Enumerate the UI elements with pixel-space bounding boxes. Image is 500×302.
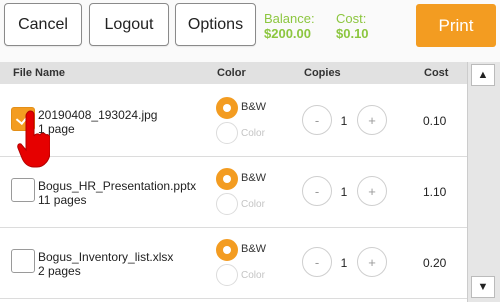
file-name: 20190408_193024.jpg xyxy=(38,108,158,122)
color-label: Color xyxy=(241,199,265,210)
color-label: Color xyxy=(241,128,265,139)
plus-icon: + xyxy=(368,183,376,199)
file-pages: 11 pages xyxy=(38,193,87,207)
file-checkbox[interactable] xyxy=(11,178,35,202)
hand-pointer-icon xyxy=(17,110,50,168)
copies-value: 1 xyxy=(340,114,348,128)
increase-copies-button[interactable]: + xyxy=(357,105,387,135)
table-row: 20190408_193024.jpg 1 page B&W Color - 1… xyxy=(0,86,467,157)
color-radio[interactable] xyxy=(216,264,238,286)
row-cost: 1.10 xyxy=(423,185,447,199)
file-name: Bogus_Inventory_list.xlsx xyxy=(38,250,174,264)
row-cost: 0.10 xyxy=(423,114,447,128)
scroll-up-button[interactable]: ▲ xyxy=(471,64,495,86)
balance-label: Balance: xyxy=(264,11,315,26)
scroll-down-button[interactable]: ▼ xyxy=(471,276,495,298)
row-cost: 0.20 xyxy=(423,256,447,270)
arrow-down-icon: ▼ xyxy=(477,281,489,293)
bw-radio[interactable] xyxy=(216,239,238,261)
options-button[interactable]: Options xyxy=(175,3,256,46)
copies-value: 1 xyxy=(340,256,348,270)
copies-value: 1 xyxy=(340,185,348,199)
cost-display: Cost: $0.10 xyxy=(336,11,369,41)
color-label: Color xyxy=(241,270,265,281)
header-copies: Copies xyxy=(304,67,341,79)
table-row: Bogus_Inventory_list.xlsx 2 pages B&W Co… xyxy=(0,228,467,299)
arrow-up-icon: ▲ xyxy=(477,69,489,81)
file-name: Bogus_HR_Presentation.pptx xyxy=(38,179,197,193)
cost-value: $0.10 xyxy=(336,26,369,41)
bw-radio[interactable] xyxy=(216,97,238,119)
balance-value: $200.00 xyxy=(264,26,311,41)
bw-label: B&W xyxy=(241,101,267,113)
header-cost: Cost xyxy=(424,67,449,79)
increase-copies-button[interactable]: + xyxy=(357,176,387,206)
header-file-name: File Name xyxy=(13,67,65,79)
plus-icon: + xyxy=(368,112,376,128)
minus-icon: - xyxy=(314,254,320,270)
toolbar: Cancel Logout Options Balance: $200.00 C… xyxy=(0,0,500,62)
bw-label: B&W xyxy=(241,172,267,184)
scrollbar[interactable] xyxy=(467,62,500,302)
bw-label: B&W xyxy=(241,243,267,255)
color-radio[interactable] xyxy=(216,193,238,215)
decrease-copies-button[interactable]: - xyxy=(302,176,332,206)
plus-icon: + xyxy=(368,254,376,270)
minus-icon: - xyxy=(314,112,320,128)
header-color: Color xyxy=(217,67,246,79)
cost-label: Cost: xyxy=(336,11,367,26)
table-header: File Name Color Copies Cost xyxy=(0,62,500,84)
file-pages: 2 pages xyxy=(38,264,81,278)
logout-button[interactable]: Logout xyxy=(89,3,169,46)
decrease-copies-button[interactable]: - xyxy=(302,247,332,277)
cancel-button[interactable]: Cancel xyxy=(4,3,82,46)
minus-icon: - xyxy=(314,183,320,199)
table-row: Bogus_HR_Presentation.pptx 11 pages B&W … xyxy=(0,157,467,228)
print-button[interactable]: Print xyxy=(416,4,496,47)
decrease-copies-button[interactable]: - xyxy=(302,105,332,135)
file-checkbox[interactable] xyxy=(11,249,35,273)
bw-radio[interactable] xyxy=(216,168,238,190)
increase-copies-button[interactable]: + xyxy=(357,247,387,277)
color-radio[interactable] xyxy=(216,122,238,144)
balance-display: Balance: $200.00 xyxy=(264,11,315,41)
